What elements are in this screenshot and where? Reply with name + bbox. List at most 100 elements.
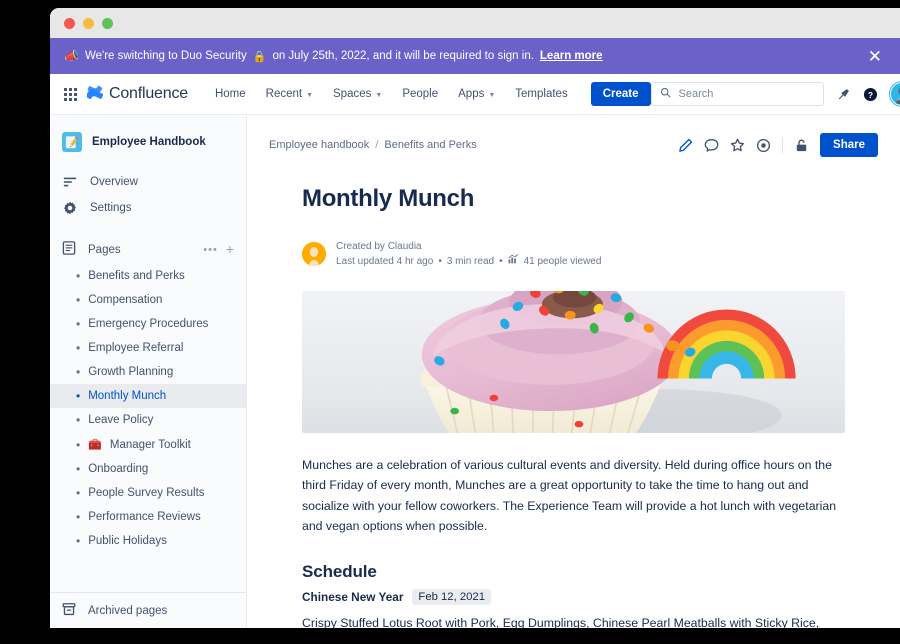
nav-item-apps[interactable]: Apps ▼ bbox=[449, 82, 504, 106]
bullet-icon: • bbox=[76, 486, 81, 500]
sidebar-page-onboarding[interactable]: • Onboarding bbox=[50, 457, 246, 481]
bullet-icon: • bbox=[76, 462, 81, 476]
sidebar-page-compensation[interactable]: • Compensation bbox=[50, 288, 246, 312]
announcement-text-before: We're switching to Duo Security bbox=[84, 50, 247, 62]
close-icon[interactable]: ✕ bbox=[858, 48, 882, 65]
sidebar-page-manager-toolkit[interactable]: • 🧰 Manager Toolkit bbox=[50, 432, 246, 457]
svg-text:?: ? bbox=[867, 89, 872, 99]
sidebar-page-growth-planning[interactable]: • Growth Planning bbox=[50, 360, 246, 384]
read-time-label: 3 min read bbox=[446, 256, 495, 267]
sidebar-page-label: People Survey Results bbox=[88, 487, 205, 499]
sidebar-page-leave-policy[interactable]: • Leave Policy bbox=[50, 408, 246, 432]
event-name-label: Chinese New Year bbox=[302, 590, 404, 605]
content-header: Employee handbook / Benefits and Perks S… bbox=[247, 115, 900, 157]
sidebar-page-employee-referral[interactable]: • Employee Referral bbox=[50, 336, 246, 360]
sidebar-page-label: Monthly Munch bbox=[88, 390, 167, 402]
space-sidebar: 📝 Employee Handbook Overview Settings Pa… bbox=[50, 115, 247, 628]
breadcrumb-item-employee-handbook[interactable]: Employee handbook bbox=[269, 139, 369, 151]
app-switcher-icon[interactable] bbox=[64, 87, 77, 101]
sidebar-page-people-survey-results[interactable]: • People Survey Results bbox=[50, 481, 246, 505]
sidebar-page-label: Benefits and Perks bbox=[88, 270, 185, 282]
window-minimize-button[interactable] bbox=[83, 17, 94, 29]
sidebar-page-label: Emergency Procedures bbox=[88, 318, 209, 330]
page-actions: Share bbox=[678, 133, 878, 157]
breadcrumb-item-benefits-and-perks[interactable]: Benefits and Perks bbox=[384, 139, 476, 151]
bullet-icon: • bbox=[76, 269, 81, 283]
bullet-icon: • bbox=[76, 413, 81, 427]
meta-separator: • bbox=[499, 256, 503, 267]
archived-pages-label: Archived pages bbox=[88, 604, 168, 617]
more-options-icon[interactable]: ••• bbox=[203, 244, 218, 256]
sidebar-page-label: Leave Policy bbox=[88, 414, 154, 426]
sidebar-page-monthly-munch[interactable]: • Monthly Munch bbox=[50, 384, 246, 408]
author-avatar[interactable] bbox=[302, 242, 326, 266]
sidebar-page-public-holidays[interactable]: • Public Holidays bbox=[50, 529, 246, 553]
created-by-label: Created by Claudia bbox=[336, 241, 422, 252]
event-date-chip[interactable]: Feb 12, 2021 bbox=[412, 589, 492, 606]
archive-icon bbox=[62, 602, 76, 619]
edit-icon[interactable] bbox=[678, 138, 693, 153]
bullet-icon: • bbox=[76, 365, 81, 379]
sidebar-page-emergency-procedures[interactable]: • Emergency Procedures bbox=[50, 312, 246, 336]
bullet-icon: • bbox=[76, 510, 81, 524]
nav-item-people[interactable]: People bbox=[393, 82, 447, 106]
sidebar-page-label: Employee Referral bbox=[88, 342, 184, 354]
chevron-down-icon: ▼ bbox=[375, 91, 383, 99]
bullet-icon: • bbox=[76, 534, 81, 548]
nav-item-templates[interactable]: Templates bbox=[506, 82, 576, 106]
space-avatar-icon: 📝 bbox=[62, 132, 82, 152]
nav-item-recent[interactable]: Recent ▼ bbox=[257, 82, 322, 106]
search-input[interactable] bbox=[676, 87, 815, 101]
nav-item-label: Recent bbox=[265, 88, 303, 100]
star-icon[interactable] bbox=[730, 138, 745, 153]
sidebar-section-pages[interactable]: Pages ••• + bbox=[50, 235, 246, 264]
browser-window: 📣 We're switching to Duo Security 🔒 on J… bbox=[50, 8, 900, 628]
share-button[interactable]: Share bbox=[820, 133, 878, 157]
space-header[interactable]: 📝 Employee Handbook bbox=[50, 125, 246, 159]
analytics-icon bbox=[507, 254, 519, 269]
comment-icon[interactable] bbox=[704, 138, 719, 153]
sidebar-item-overview[interactable]: Overview bbox=[50, 169, 246, 195]
sidebar-page-label: Public Holidays bbox=[88, 535, 167, 547]
window-maximize-button[interactable] bbox=[102, 17, 113, 29]
sidebar-section-actions: ••• + bbox=[203, 242, 234, 257]
schedule-heading: Schedule bbox=[302, 562, 377, 582]
bullet-icon: • bbox=[76, 341, 81, 355]
create-button[interactable]: Create bbox=[590, 82, 651, 106]
sidebar-page-benefits-and-perks[interactable]: • Benefits and Perks bbox=[50, 264, 246, 288]
byline-meta: Last updated 4 hr ago • 3 min read • 41 … bbox=[336, 254, 601, 269]
sidebar-scroll-area[interactable]: 📝 Employee Handbook Overview Settings Pa… bbox=[50, 115, 246, 592]
nav-item-label: Apps bbox=[458, 88, 485, 100]
nav-item-spaces[interactable]: Spaces ▼ bbox=[324, 82, 391, 106]
nav-item-label: Home bbox=[214, 88, 246, 100]
user-avatar[interactable] bbox=[889, 82, 900, 106]
search-box[interactable] bbox=[650, 82, 824, 106]
window-close-button[interactable] bbox=[64, 17, 75, 29]
watch-icon[interactable] bbox=[756, 138, 771, 153]
learn-more-link[interactable]: Learn more bbox=[540, 50, 603, 62]
gear-icon bbox=[62, 201, 78, 215]
breadcrumb: Employee handbook / Benefits and Perks bbox=[269, 139, 477, 151]
sidebar-page-label: Onboarding bbox=[88, 463, 149, 475]
actions-divider bbox=[782, 137, 784, 153]
nav-item-label: People bbox=[402, 88, 439, 100]
intro-paragraph: Munches are a celebration of various cul… bbox=[302, 458, 837, 533]
space-name-label: Employee Handbook bbox=[92, 136, 206, 148]
announcement-message: 📣 We're switching to Duo Security 🔒 on J… bbox=[64, 50, 858, 63]
sidebar-page-performance-reviews[interactable]: • Performance Reviews bbox=[50, 505, 246, 529]
sidebar-item-label: Settings bbox=[90, 202, 132, 214]
bullet-icon: • bbox=[76, 317, 81, 331]
confluence-mark-icon bbox=[86, 85, 104, 103]
restrictions-icon[interactable] bbox=[794, 138, 809, 153]
confluence-logo[interactable]: Confluence bbox=[86, 85, 188, 103]
event-row: Chinese New Year Feb 12, 2021 bbox=[302, 589, 845, 606]
sidebar-item-settings[interactable]: Settings bbox=[50, 195, 246, 221]
notifications-icon[interactable] bbox=[836, 87, 851, 102]
breadcrumb-separator: / bbox=[375, 139, 379, 151]
nav-item-home[interactable]: Home bbox=[206, 82, 255, 106]
byline: Created by Claudia Last updated 4 hr ago… bbox=[302, 239, 845, 269]
help-icon[interactable]: ? bbox=[863, 87, 878, 102]
chevron-down-icon: ▼ bbox=[488, 91, 496, 99]
archived-pages-link[interactable]: Archived pages bbox=[50, 592, 246, 628]
add-page-icon[interactable]: + bbox=[226, 242, 234, 256]
